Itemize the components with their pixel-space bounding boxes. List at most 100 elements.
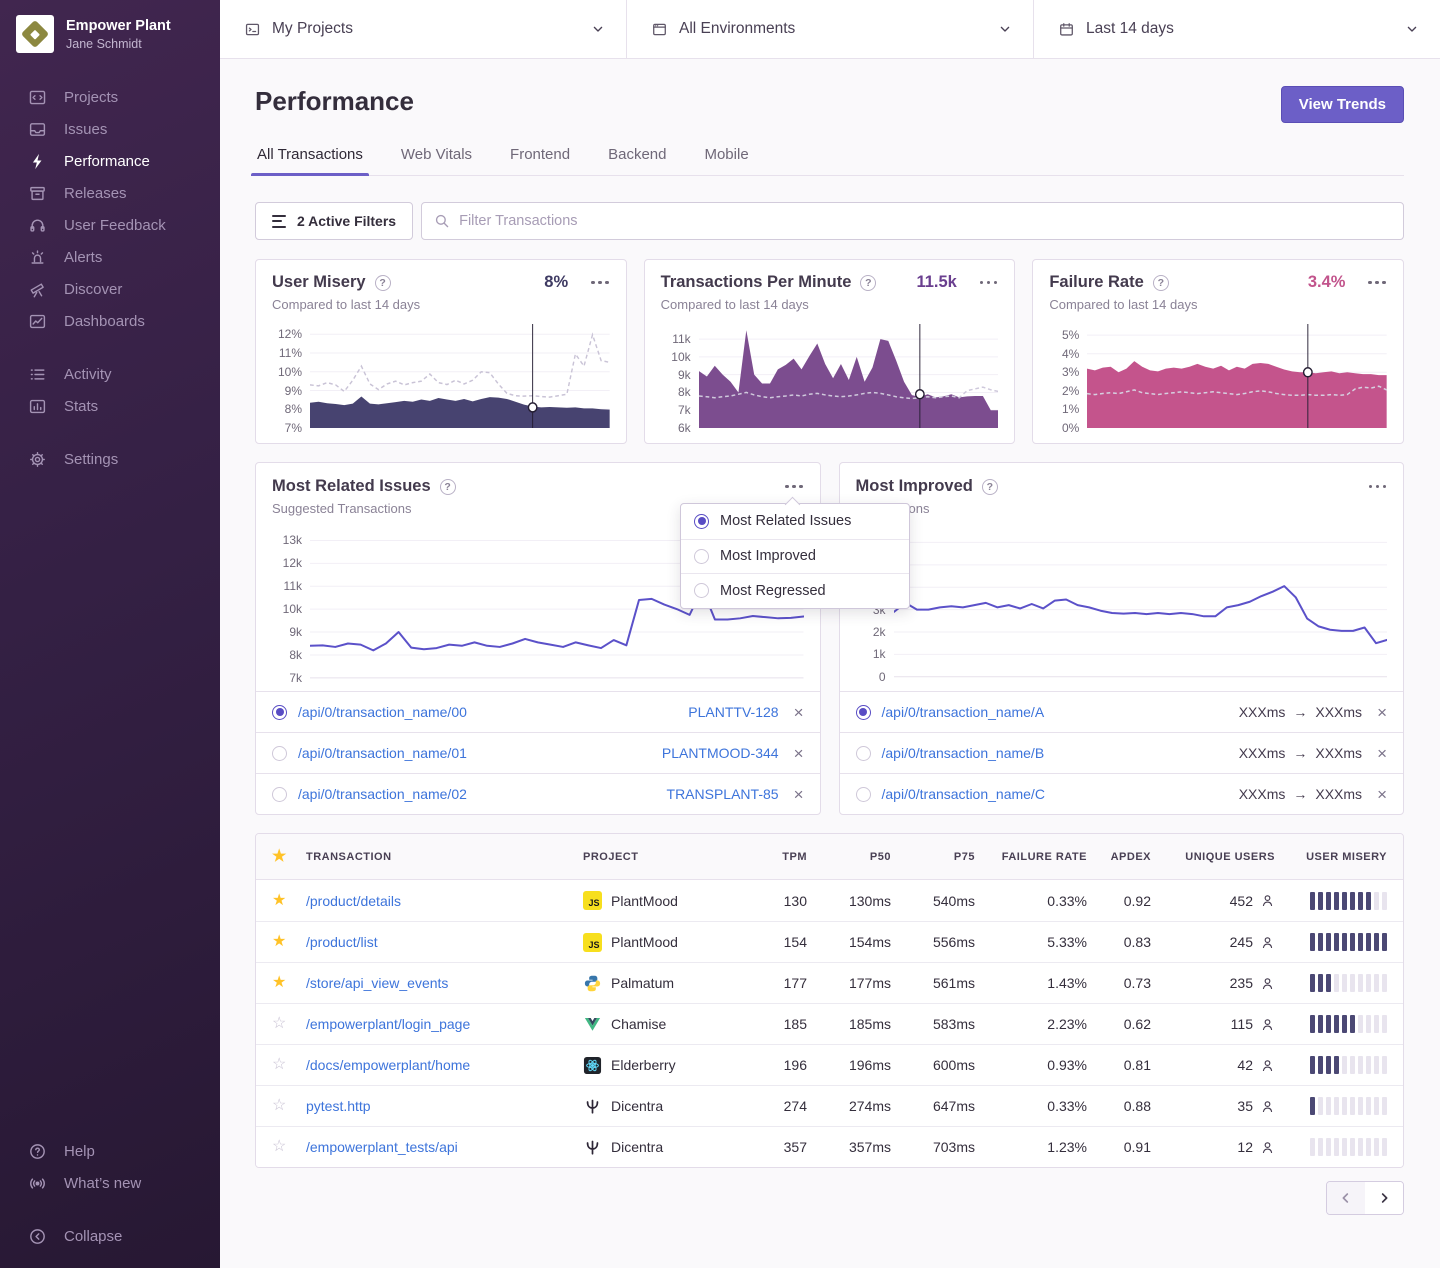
transaction-link[interactable]: /api/0/transaction_name/00 (298, 704, 467, 720)
sidebar-item-user-feedback[interactable]: User Feedback (0, 209, 220, 241)
siren-icon (28, 248, 47, 267)
help-icon[interactable]: ? (860, 275, 876, 291)
user-misery-chart[interactable] (310, 324, 610, 428)
radio-button[interactable] (856, 746, 871, 761)
user-misery-bars (1287, 933, 1387, 951)
ellipsis-menu-icon[interactable] (590, 276, 610, 290)
user-icon (1260, 893, 1275, 908)
sidebar-item-whats-new[interactable]: What’s new (0, 1167, 220, 1199)
menu-item-most-regressed[interactable]: Most Regressed (681, 573, 909, 608)
star-toggle[interactable]: ★ (272, 893, 306, 909)
column-header[interactable]: TRANSACTION (306, 851, 583, 863)
close-icon[interactable]: × (1377, 786, 1387, 803)
most-improved-chart[interactable] (894, 529, 1388, 679)
star-toggle[interactable]: ☆ (272, 1016, 306, 1032)
next-page-button[interactable] (1365, 1182, 1403, 1214)
star-column-header-icon[interactable]: ★ (272, 849, 306, 865)
radio-button[interactable] (856, 705, 871, 720)
view-trends-button[interactable]: View Trends (1281, 86, 1404, 123)
help-icon[interactable]: ? (982, 479, 998, 495)
panel-mode-dropdown: Most Related Issues Most Improved Most R… (680, 503, 910, 609)
transaction-link[interactable]: /product/details (306, 893, 583, 909)
transaction-link[interactable]: /store/api_view_events (306, 975, 583, 991)
ellipsis-menu-icon[interactable] (1368, 480, 1388, 494)
chevron-down-icon (997, 21, 1013, 37)
transaction-link[interactable]: pytest.http (306, 1098, 583, 1114)
sidebar-item-issues[interactable]: Issues (0, 113, 220, 145)
star-toggle[interactable]: ☆ (272, 1098, 306, 1114)
transaction-link[interactable]: /api/0/transaction_name/C (882, 786, 1045, 802)
tab-all-transactions[interactable]: All Transactions (255, 146, 365, 175)
tab-mobile[interactable]: Mobile (702, 146, 750, 175)
tab-web-vitals[interactable]: Web Vitals (399, 146, 474, 175)
sidebar-item-alerts[interactable]: Alerts (0, 241, 220, 273)
transaction-link[interactable]: /empowerplant/login_page (306, 1016, 583, 1032)
help-icon[interactable]: ? (375, 275, 391, 291)
sidebar-item-help[interactable]: Help (0, 1135, 220, 1167)
tpm-chart[interactable] (699, 324, 999, 428)
transaction-link[interactable]: /api/0/transaction_name/02 (298, 786, 467, 802)
column-header[interactable]: APDEX (1087, 851, 1151, 863)
active-filters-button[interactable]: 2 Active Filters (255, 202, 413, 240)
environments-selector[interactable]: All Environments (626, 0, 1033, 58)
star-toggle[interactable]: ☆ (272, 1139, 306, 1155)
close-icon[interactable]: × (794, 786, 804, 803)
org-switcher[interactable]: Empower Plant Jane Schmidt (0, 15, 220, 53)
column-header[interactable]: P50 (807, 851, 891, 863)
sidebar-item-stats[interactable]: Stats (0, 390, 220, 422)
ellipsis-menu-icon[interactable] (1367, 276, 1387, 290)
column-header[interactable]: UNIQUE USERS (1151, 851, 1275, 863)
radio-button[interactable] (272, 787, 287, 802)
column-header[interactable]: FAILURE RATE (975, 851, 1087, 863)
sidebar-item-activity[interactable]: Activity (0, 358, 220, 390)
failure-rate-chart[interactable] (1087, 324, 1387, 428)
sidebar-item-discover[interactable]: Discover (0, 273, 220, 305)
transaction-link[interactable]: /empowerplant_tests/api (306, 1139, 583, 1155)
tab-frontend[interactable]: Frontend (508, 146, 572, 175)
sidebar-item-settings[interactable]: Settings (0, 443, 220, 475)
close-icon[interactable]: × (1377, 745, 1387, 762)
star-toggle[interactable]: ☆ (272, 1057, 306, 1073)
telescope-icon (28, 280, 47, 299)
transaction-link[interactable]: /api/0/transaction_name/01 (298, 745, 467, 761)
sidebar-item-projects[interactable]: Projects (0, 81, 220, 113)
help-icon[interactable]: ? (1153, 275, 1169, 291)
arrow-right-icon: → (1293, 786, 1307, 802)
radio-button[interactable] (856, 787, 871, 802)
transaction-link[interactable]: /docs/empowerplant/home (306, 1057, 583, 1073)
ellipsis-menu-icon[interactable] (784, 480, 804, 494)
column-header[interactable]: USER MISERY (1287, 851, 1387, 863)
daterange-selector[interactable]: Last 14 days (1033, 0, 1440, 58)
transaction-link[interactable]: /api/0/transaction_name/A (882, 704, 1045, 720)
projects-selector[interactable]: My Projects (220, 0, 626, 58)
search-input[interactable] (421, 202, 1404, 240)
issue-link[interactable]: TRANSPLANT-85 (667, 786, 779, 802)
tab-backend[interactable]: Backend (606, 146, 668, 175)
radio-button[interactable] (272, 746, 287, 761)
sidebar-item-dashboards[interactable]: Dashboards (0, 305, 220, 337)
issue-link[interactable]: PLANTMOOD-344 (662, 745, 779, 761)
column-header[interactable]: PROJECT (583, 851, 751, 863)
column-header[interactable]: P75 (891, 851, 975, 863)
previous-page-button[interactable] (1327, 1182, 1365, 1214)
sidebar-item-collapse[interactable]: Collapse (0, 1220, 220, 1252)
improved-transaction-row: /api/0/transaction_name/B XXXms → XXXms … (840, 732, 1404, 773)
sidebar-item-releases[interactable]: Releases (0, 177, 220, 209)
transaction-link[interactable]: /product/list (306, 934, 583, 950)
chevron-left-icon (1339, 1191, 1353, 1205)
close-icon[interactable]: × (794, 745, 804, 762)
column-header[interactable]: TPM (751, 851, 807, 863)
menu-item-most-improved[interactable]: Most Improved (681, 539, 909, 574)
help-icon[interactable]: ? (440, 479, 456, 495)
close-icon[interactable]: × (1377, 704, 1387, 721)
ellipsis-menu-icon[interactable] (979, 276, 999, 290)
transaction-link[interactable]: /api/0/transaction_name/B (882, 745, 1045, 761)
org-user: Jane Schmidt (66, 37, 171, 51)
star-toggle[interactable]: ★ (272, 975, 306, 991)
close-icon[interactable]: × (794, 704, 804, 721)
issue-link[interactable]: PLANTTV-128 (688, 704, 778, 720)
radio-button[interactable] (272, 705, 287, 720)
menu-item-most-related-issues[interactable]: Most Related Issues (681, 504, 909, 539)
sidebar-item-performance[interactable]: Performance (0, 145, 220, 177)
star-toggle[interactable]: ★ (272, 934, 306, 950)
